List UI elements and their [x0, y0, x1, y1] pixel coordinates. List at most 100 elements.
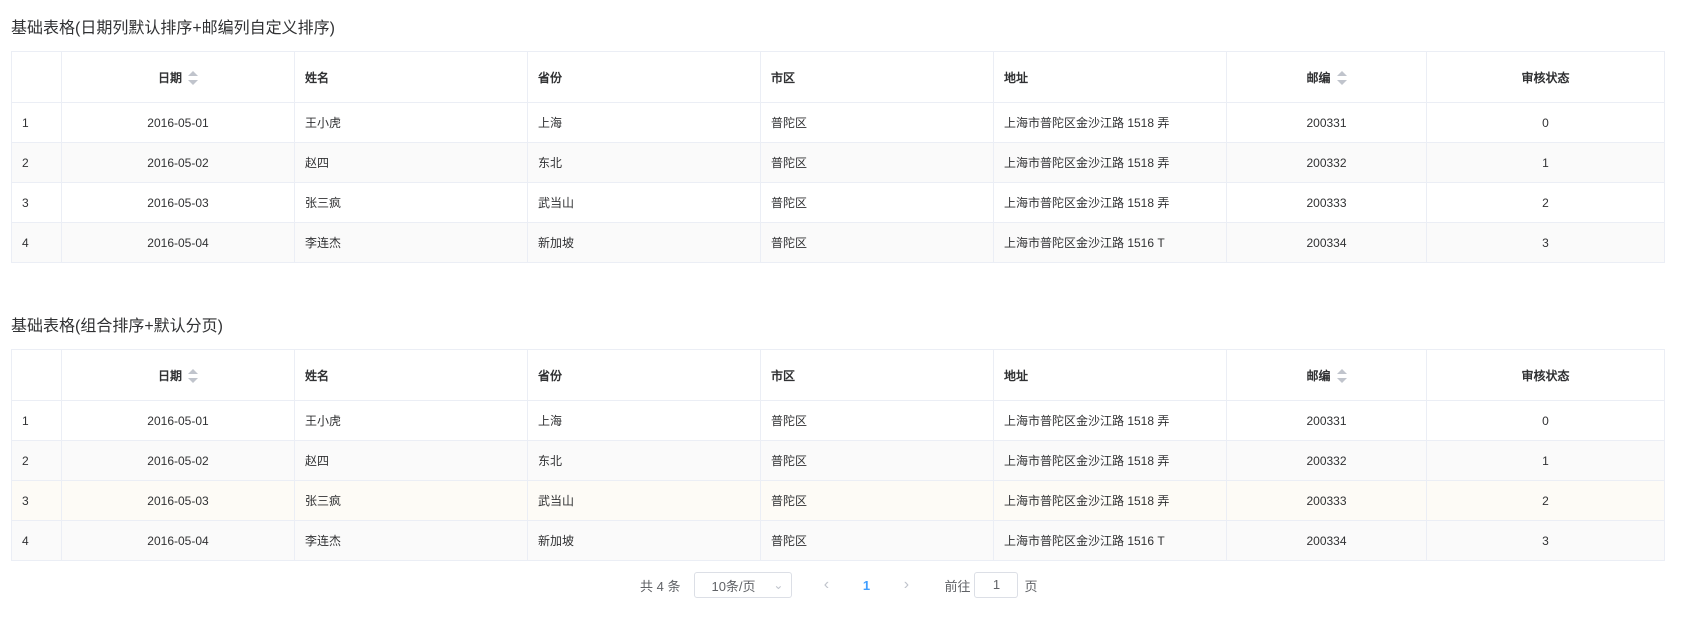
header-date-label: 日期 [157, 70, 182, 85]
cell-city: 普陀区 [760, 400, 994, 441]
cell-date: 2016-05-04 [61, 222, 295, 263]
cell-name: 赵四 [294, 440, 528, 481]
page-jumper: 前往 1 页 [944, 572, 1038, 598]
header-zip-label: 邮编 [1306, 70, 1331, 85]
header-province: 省份 [527, 51, 761, 103]
cell-zip: 200331 [1226, 400, 1427, 441]
goto-suffix: 页 [1024, 578, 1038, 594]
chevron-down-icon: ⌄ [773, 578, 784, 592]
table-row[interactable]: 3 2016-05-03 张三疯 武当山 普陀区 上海市普陀区金沙江路 1518… [11, 480, 1665, 521]
cell-status: 1 [1426, 440, 1665, 481]
table-row[interactable]: 1 2016-05-01 王小虎 上海 普陀区 上海市普陀区金沙江路 1518 … [11, 102, 1665, 143]
cell-index: 2 [11, 142, 62, 183]
header-zip[interactable]: 邮编 [1226, 349, 1427, 401]
cell-status: 3 [1426, 222, 1665, 263]
cell-address: 上海市普陀区金沙江路 1518 弄 [993, 182, 1227, 223]
header-date[interactable]: 日期 [61, 51, 295, 103]
page-number-current[interactable]: 1 [842, 578, 890, 593]
table-header-row: 日期 姓名 省份 市区 地址 邮编 审核状态 [11, 349, 1665, 401]
cell-date: 2016-05-02 [61, 142, 295, 183]
sort-caret-icon[interactable] [188, 71, 198, 86]
pagination-total: 共 4 条 [640, 578, 681, 594]
cell-date: 2016-05-01 [61, 102, 295, 143]
cell-date: 2016-05-02 [61, 440, 295, 481]
sort-caret-icon[interactable] [1336, 71, 1347, 86]
table-row[interactable]: 2 2016-05-02 赵四 东北 普陀区 上海市普陀区金沙江路 1518 弄… [11, 142, 1665, 183]
sort-caret-icon[interactable] [1336, 369, 1347, 384]
cell-name: 李连杰 [294, 520, 528, 561]
header-date-label: 日期 [157, 368, 182, 383]
cell-status: 1 [1426, 142, 1665, 183]
cell-province: 武当山 [527, 182, 761, 223]
cell-date: 2016-05-04 [61, 520, 295, 561]
header-date[interactable]: 日期 [61, 349, 295, 401]
table2-title: 基础表格(组合排序+默认分页) [11, 318, 224, 335]
cell-status: 2 [1426, 480, 1665, 521]
cell-province: 东北 [527, 440, 761, 481]
table-section-1: 基础表格(日期列默认排序+邮编列自定义排序) 日期 姓名 省份 市区 地址 邮编… [11, 18, 1665, 263]
cell-index: 4 [11, 222, 62, 263]
cell-province: 武当山 [527, 480, 761, 521]
table-row[interactable]: 3 2016-05-03 张三疯 武当山 普陀区 上海市普陀区金沙江路 1518… [11, 182, 1665, 223]
page-size-select[interactable]: 10条/页 ⌄ [694, 572, 793, 598]
goto-prefix: 前往 [944, 578, 971, 594]
cell-zip: 200332 [1226, 142, 1427, 183]
table1: 日期 姓名 省份 市区 地址 邮编 审核状态 1 2016-05-01 王小虎 … [11, 51, 1665, 263]
header-status: 审核状态 [1426, 51, 1665, 103]
prev-page-button[interactable]: ‹ [810, 576, 842, 594]
cell-status: 3 [1426, 520, 1665, 561]
header-city: 市区 [760, 349, 994, 401]
header-city: 市区 [760, 51, 994, 103]
cell-index: 1 [11, 400, 62, 441]
next-page-button[interactable]: › [890, 576, 922, 594]
cell-city: 普陀区 [760, 102, 994, 143]
table-section-2: 基础表格(组合排序+默认分页) 日期 姓名 省份 市区 地址 邮编 审核状态 1… [11, 316, 1665, 561]
table-row[interactable]: 1 2016-05-01 王小虎 上海 普陀区 上海市普陀区金沙江路 1518 … [11, 400, 1665, 441]
cell-province: 东北 [527, 142, 761, 183]
cell-address: 上海市普陀区金沙江路 1518 弄 [993, 440, 1227, 481]
cell-date: 2016-05-01 [61, 400, 295, 441]
cell-zip: 200333 [1226, 182, 1427, 223]
cell-address: 上海市普陀区金沙江路 1518 弄 [993, 142, 1227, 183]
cell-address: 上海市普陀区金沙江路 1518 弄 [993, 102, 1227, 143]
pagination: 共 4 条 10条/页 ⌄ ‹ 1 › 前往 1 页 [640, 571, 1038, 599]
cell-status: 0 [1426, 102, 1665, 143]
cell-province: 新加坡 [527, 222, 761, 263]
cell-index: 3 [11, 480, 62, 521]
header-status: 审核状态 [1426, 349, 1665, 401]
cell-date: 2016-05-03 [61, 182, 295, 223]
cell-name: 王小虎 [294, 102, 528, 143]
header-zip[interactable]: 邮编 [1226, 51, 1427, 103]
cell-name: 张三疯 [294, 182, 528, 223]
cell-zip: 200333 [1226, 480, 1427, 521]
cell-city: 普陀区 [760, 440, 994, 481]
cell-index: 4 [11, 520, 62, 561]
cell-index: 1 [11, 102, 62, 143]
cell-province: 上海 [527, 400, 761, 441]
cell-city: 普陀区 [760, 182, 994, 223]
sort-caret-icon[interactable] [188, 369, 198, 384]
header-index [11, 349, 62, 401]
cell-city: 普陀区 [760, 142, 994, 183]
table-row[interactable]: 2 2016-05-02 赵四 东北 普陀区 上海市普陀区金沙江路 1518 弄… [11, 440, 1665, 481]
cell-status: 0 [1426, 400, 1665, 441]
cell-name: 赵四 [294, 142, 528, 183]
header-index [11, 51, 62, 103]
goto-page-input[interactable]: 1 [974, 572, 1019, 598]
table-row[interactable]: 4 2016-05-04 李连杰 新加坡 普陀区 上海市普陀区金沙江路 1516… [11, 520, 1665, 561]
cell-name: 张三疯 [294, 480, 528, 521]
cell-index: 3 [11, 182, 62, 223]
cell-zip: 200331 [1226, 102, 1427, 143]
page-size-value: 10条/页 [711, 578, 756, 594]
cell-date: 2016-05-03 [61, 480, 295, 521]
cell-status: 2 [1426, 182, 1665, 223]
header-name: 姓名 [294, 349, 528, 401]
table1-title: 基础表格(日期列默认排序+邮编列自定义排序) [11, 20, 336, 37]
cell-zip: 200332 [1226, 440, 1427, 481]
table-header-row: 日期 姓名 省份 市区 地址 邮编 审核状态 [11, 51, 1665, 103]
cell-city: 普陀区 [760, 480, 994, 521]
table-row[interactable]: 4 2016-05-04 李连杰 新加坡 普陀区 上海市普陀区金沙江路 1516… [11, 222, 1665, 263]
cell-address: 上海市普陀区金沙江路 1516 T [993, 520, 1227, 561]
cell-address: 上海市普陀区金沙江路 1518 弄 [993, 480, 1227, 521]
header-address: 地址 [993, 51, 1227, 103]
